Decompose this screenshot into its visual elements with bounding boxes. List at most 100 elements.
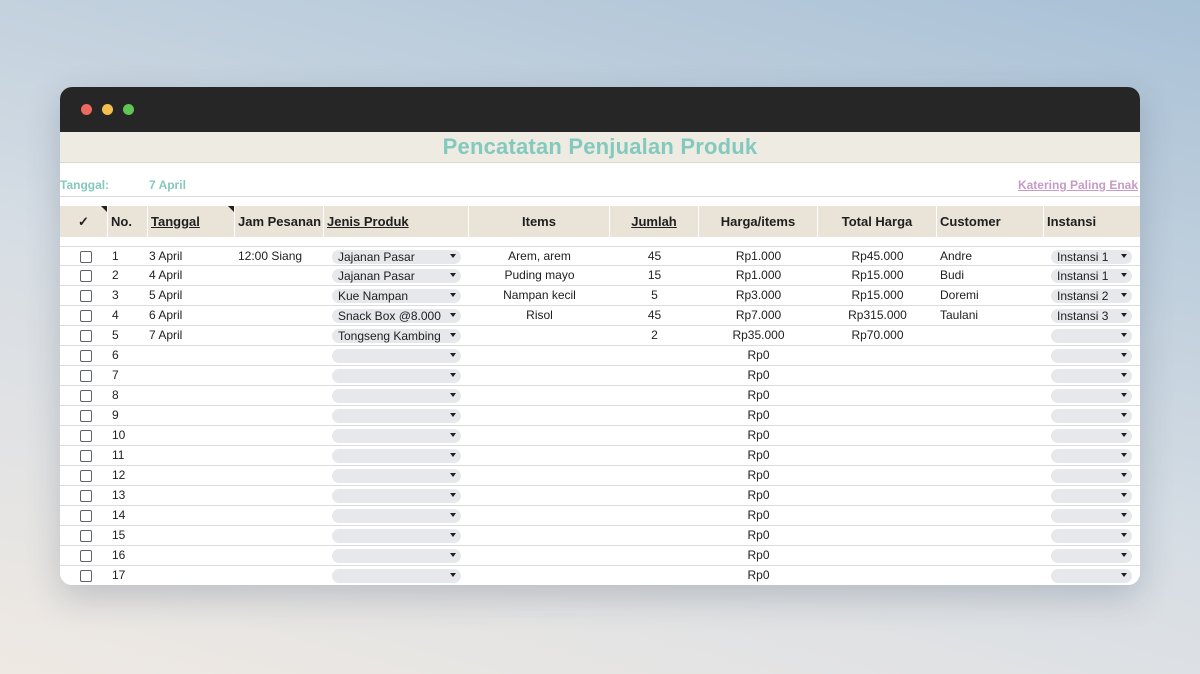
cell-jam-pesanan[interactable] bbox=[238, 506, 322, 525]
row-checkbox[interactable] bbox=[80, 550, 92, 562]
cell-no[interactable]: 16 bbox=[112, 546, 146, 565]
instansi-dropdown[interactable] bbox=[1051, 549, 1132, 563]
row-checkbox[interactable] bbox=[80, 370, 92, 382]
cell-no[interactable]: 12 bbox=[112, 466, 146, 485]
cell-no[interactable]: 1 bbox=[112, 247, 146, 266]
cell-items[interactable] bbox=[469, 426, 610, 445]
instansi-dropdown[interactable] bbox=[1051, 569, 1132, 583]
jenis-produk-dropdown[interactable] bbox=[332, 509, 461, 523]
date-value[interactable]: 7 April bbox=[149, 178, 186, 192]
row-checkbox[interactable] bbox=[80, 310, 92, 322]
cell-no[interactable]: 2 bbox=[112, 266, 146, 285]
cell-tanggal[interactable]: 3 April bbox=[149, 247, 233, 266]
instansi-dropdown[interactable] bbox=[1051, 449, 1132, 463]
cell-no[interactable]: 17 bbox=[112, 566, 146, 585]
cell-tanggal[interactable]: 5 April bbox=[149, 286, 233, 305]
cell-harga-items[interactable]: Rp0 bbox=[699, 426, 818, 445]
cell-harga-items[interactable]: Rp0 bbox=[699, 446, 818, 465]
cell-total-harga[interactable]: Rp315.000 bbox=[818, 306, 937, 325]
cell-jumlah[interactable] bbox=[610, 426, 699, 445]
header-harga-items[interactable]: Harga/items bbox=[699, 206, 818, 237]
cell-jam-pesanan[interactable] bbox=[238, 386, 322, 405]
cell-customer[interactable] bbox=[940, 386, 1044, 405]
cell-total-harga[interactable] bbox=[818, 426, 937, 445]
cell-jumlah[interactable] bbox=[610, 566, 699, 585]
cell-customer[interactable]: Andre bbox=[940, 247, 1044, 266]
cell-items[interactable] bbox=[469, 566, 610, 585]
cell-tanggal[interactable] bbox=[149, 366, 233, 385]
cell-jumlah[interactable]: 15 bbox=[610, 266, 699, 285]
jenis-produk-dropdown[interactable] bbox=[332, 469, 461, 483]
row-checkbox[interactable] bbox=[80, 430, 92, 442]
cell-total-harga[interactable] bbox=[818, 346, 937, 365]
cell-harga-items[interactable]: Rp0 bbox=[699, 566, 818, 585]
jenis-produk-dropdown[interactable] bbox=[332, 529, 461, 543]
row-checkbox[interactable] bbox=[80, 390, 92, 402]
cell-harga-items[interactable]: Rp0 bbox=[699, 526, 818, 545]
cell-jumlah[interactable] bbox=[610, 486, 699, 505]
cell-tanggal[interactable] bbox=[149, 446, 233, 465]
cell-no[interactable]: 15 bbox=[112, 526, 146, 545]
jenis-produk-dropdown[interactable]: Kue Nampan bbox=[332, 289, 461, 303]
cell-items[interactable] bbox=[469, 406, 610, 425]
row-checkbox[interactable] bbox=[80, 290, 92, 302]
cell-customer[interactable] bbox=[940, 566, 1044, 585]
cell-jumlah[interactable] bbox=[610, 506, 699, 525]
cell-items[interactable]: Puding mayo bbox=[469, 266, 610, 285]
header-total-harga[interactable]: Total Harga bbox=[818, 206, 937, 237]
cell-jam-pesanan[interactable] bbox=[238, 526, 322, 545]
header-jenis-produk[interactable]: Jenis Produk bbox=[324, 206, 469, 237]
cell-customer[interactable] bbox=[940, 446, 1044, 465]
row-checkbox[interactable] bbox=[80, 490, 92, 502]
cell-total-harga[interactable]: Rp45.000 bbox=[818, 247, 937, 266]
header-jam-pesanan[interactable]: Jam Pesanan bbox=[235, 206, 324, 237]
cell-jam-pesanan[interactable] bbox=[238, 286, 322, 305]
instansi-dropdown[interactable]: Instansi 1 bbox=[1051, 269, 1132, 283]
instansi-dropdown[interactable]: Instansi 2 bbox=[1051, 289, 1132, 303]
cell-items[interactable] bbox=[469, 526, 610, 545]
cell-customer[interactable]: Doremi bbox=[940, 286, 1044, 305]
cell-items[interactable] bbox=[469, 546, 610, 565]
cell-harga-items[interactable]: Rp0 bbox=[699, 406, 818, 425]
instansi-dropdown[interactable]: Instansi 1 bbox=[1051, 250, 1132, 264]
cell-total-harga[interactable] bbox=[818, 366, 937, 385]
cell-items[interactable]: Nampan kecil bbox=[469, 286, 610, 305]
cell-tanggal[interactable] bbox=[149, 546, 233, 565]
cell-jam-pesanan[interactable] bbox=[238, 426, 322, 445]
jenis-produk-dropdown[interactable] bbox=[332, 369, 461, 383]
cell-jumlah[interactable] bbox=[610, 546, 699, 565]
cell-jam-pesanan[interactable] bbox=[238, 406, 322, 425]
cell-items[interactable] bbox=[469, 366, 610, 385]
cell-jumlah[interactable] bbox=[610, 446, 699, 465]
cell-items[interactable] bbox=[469, 446, 610, 465]
row-checkbox[interactable] bbox=[80, 251, 92, 263]
cell-jam-pesanan[interactable] bbox=[238, 446, 322, 465]
cell-jam-pesanan[interactable] bbox=[238, 326, 322, 345]
row-checkbox[interactable] bbox=[80, 530, 92, 542]
cell-tanggal[interactable]: 4 April bbox=[149, 266, 233, 285]
cell-customer[interactable]: Budi bbox=[940, 266, 1044, 285]
cell-customer[interactable] bbox=[940, 466, 1044, 485]
jenis-produk-dropdown[interactable] bbox=[332, 569, 461, 583]
cell-no[interactable]: 3 bbox=[112, 286, 146, 305]
cell-harga-items[interactable]: Rp0 bbox=[699, 546, 818, 565]
cell-harga-items[interactable]: Rp1.000 bbox=[699, 247, 818, 266]
row-checkbox[interactable] bbox=[80, 570, 92, 582]
instansi-dropdown[interactable] bbox=[1051, 389, 1132, 403]
cell-no[interactable]: 4 bbox=[112, 306, 146, 325]
cell-jam-pesanan[interactable] bbox=[238, 466, 322, 485]
cell-harga-items[interactable]: Rp7.000 bbox=[699, 306, 818, 325]
cell-jumlah[interactable]: 45 bbox=[610, 306, 699, 325]
instansi-dropdown[interactable] bbox=[1051, 349, 1132, 363]
jenis-produk-dropdown[interactable] bbox=[332, 409, 461, 423]
cell-jam-pesanan[interactable] bbox=[238, 346, 322, 365]
cell-jam-pesanan[interactable] bbox=[238, 266, 322, 285]
cell-tanggal[interactable] bbox=[149, 406, 233, 425]
jenis-produk-dropdown[interactable]: Jajanan Pasar bbox=[332, 269, 461, 283]
header-tanggal[interactable]: Tanggal bbox=[148, 206, 235, 237]
cell-items[interactable] bbox=[469, 326, 610, 345]
cell-total-harga[interactable]: Rp15.000 bbox=[818, 266, 937, 285]
cell-tanggal[interactable] bbox=[149, 526, 233, 545]
instansi-dropdown[interactable] bbox=[1051, 529, 1132, 543]
cell-customer[interactable] bbox=[940, 366, 1044, 385]
